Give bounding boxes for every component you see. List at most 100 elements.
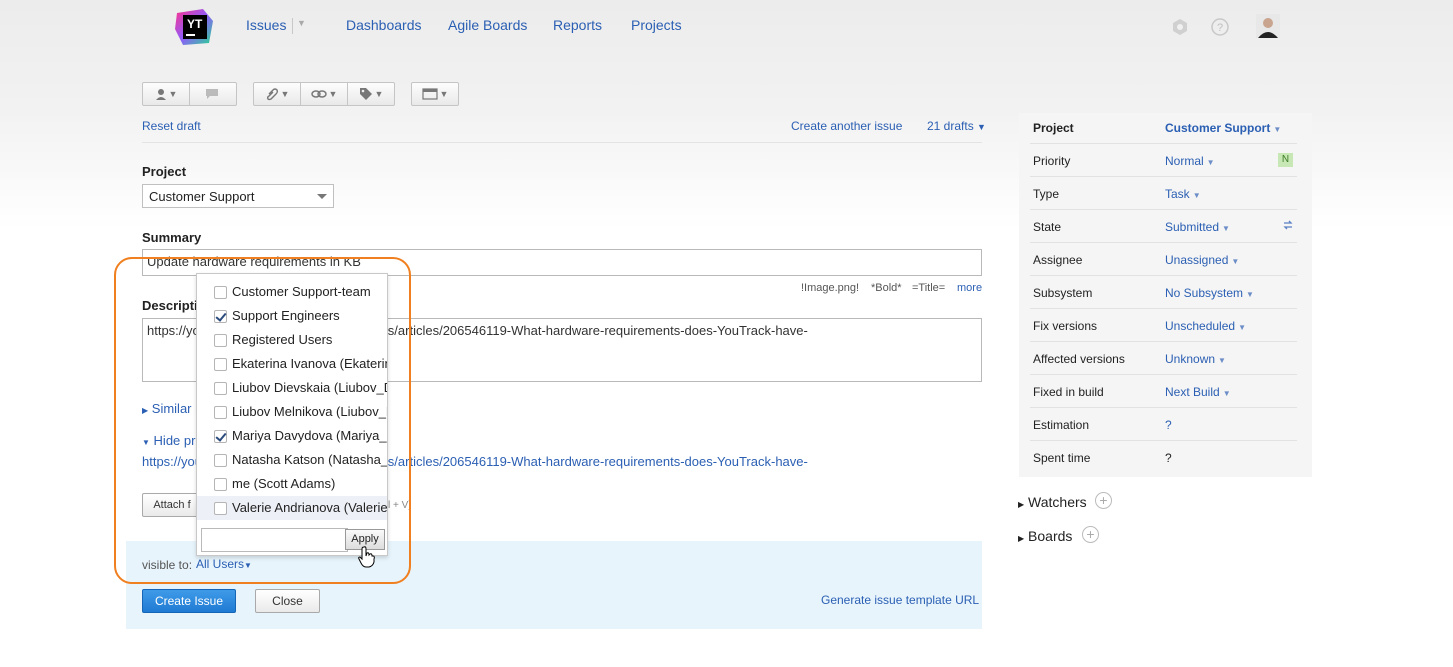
user-avatar[interactable] — [1256, 14, 1280, 38]
add-board-icon[interactable]: + — [1082, 526, 1099, 543]
watchers-label: Watchers — [1028, 494, 1087, 510]
settings-icon[interactable] — [1171, 18, 1189, 36]
field-estimation: Estimation ? — [1030, 408, 1297, 441]
workflow-icon[interactable] — [1282, 219, 1294, 234]
visibility-option[interactable]: Liubov Melnikova (Liubov_M — [197, 400, 387, 424]
nav-dashboards[interactable]: Dashboards — [346, 17, 422, 33]
checkbox[interactable] — [214, 502, 227, 515]
checkbox-checked[interactable] — [214, 430, 227, 443]
field-state: State Submitted ▼ — [1030, 210, 1297, 243]
add-watcher-icon[interactable]: + — [1095, 492, 1112, 509]
summary-value: Update hardware requirements in KB — [147, 254, 361, 269]
boards-toggle[interactable]: ▶ Boards — [1018, 528, 1072, 544]
view-mode-button[interactable]: ▼ — [412, 83, 458, 105]
boards-label: Boards — [1028, 528, 1073, 544]
preview-link-start[interactable]: https://you — [142, 454, 202, 469]
visibility-option[interactable]: Customer Support-team — [197, 280, 387, 304]
checkbox[interactable] — [214, 358, 227, 371]
visibility-option[interactable]: Ekaterina Ivanova (Ekaterin — [197, 352, 387, 376]
option-label: Liubov Dievskaia (Liubov_D — [232, 380, 388, 395]
attach-link-tag-group: ▼ ▼ ▼ — [253, 82, 395, 106]
chevron-down-icon: ▼ — [1192, 191, 1201, 200]
visibility-option[interactable]: Support Engineers — [197, 304, 387, 328]
checkbox-checked[interactable] — [214, 310, 227, 323]
option-label: Natasha Katson (Natasha_ — [232, 452, 388, 467]
field-value-label: Unknown — [1165, 352, 1216, 366]
checkbox[interactable] — [214, 382, 227, 395]
hint-more-link[interactable]: more — [957, 282, 982, 294]
visibility-filter-input[interactable] — [201, 528, 348, 552]
assign-comment-group: ▼ — [142, 82, 237, 106]
create-issue-label: Create Issue — [154, 594, 224, 608]
nav-reports[interactable]: Reports — [553, 17, 602, 33]
checkbox[interactable] — [214, 406, 227, 419]
attach-files-button[interactable]: Attach f — [142, 493, 202, 517]
field-value-affected-versions[interactable]: Unknown ▼ — [1165, 352, 1226, 366]
field-value-fix-versions[interactable]: Unscheduled ▼ — [1165, 319, 1246, 333]
assign-button[interactable]: ▼ — [143, 83, 190, 105]
chevron-down-icon: ▼ — [1273, 125, 1282, 134]
comment-button[interactable] — [190, 83, 236, 105]
project-label: Project — [142, 164, 187, 179]
help-icon[interactable]: ? — [1211, 18, 1229, 36]
field-value-state[interactable]: Submitted ▼ — [1165, 220, 1230, 234]
visibility-option[interactable]: me (Scott Adams) — [197, 472, 387, 496]
checkbox[interactable] — [214, 286, 227, 299]
field-value-priority[interactable]: Normal ▼ — [1165, 154, 1215, 168]
tag-icon — [359, 88, 372, 100]
generate-template-url-link[interactable]: Generate issue template URL — [821, 593, 979, 607]
project-select[interactable]: Customer Support — [142, 184, 334, 208]
visibility-option[interactable]: Natasha Katson (Natasha_ — [197, 448, 388, 472]
field-name: Type — [1033, 187, 1060, 201]
visible-to-dropdown[interactable]: All Users▼ — [196, 557, 252, 571]
tag-button[interactable]: ▼ — [348, 83, 394, 105]
close-button[interactable]: Close — [255, 589, 320, 613]
youtrack-logo[interactable]: YT — [173, 7, 215, 47]
priority-badge: N — [1278, 153, 1293, 167]
field-name: Assignee — [1033, 253, 1083, 267]
checkbox[interactable] — [214, 478, 227, 491]
field-value-label: Next Build — [1165, 385, 1220, 399]
watchers-toggle[interactable]: ▶ Watchers — [1018, 494, 1087, 510]
drafts-dropdown[interactable]: 21 drafts ▼ — [927, 119, 986, 133]
preview-link-tail[interactable]: n-us/articles/206546119-What-hardware-re… — [369, 454, 808, 469]
hand-cursor-icon — [358, 546, 376, 571]
create-another-issue-link[interactable]: Create another issue — [791, 119, 902, 133]
checkbox[interactable] — [214, 334, 227, 347]
attach-button[interactable]: ▼ — [254, 83, 301, 105]
chevron-down-icon: ▼ — [1222, 224, 1230, 233]
visibility-option[interactable]: Registered Users — [197, 328, 387, 352]
visibility-option[interactable]: Liubov Dievskaia (Liubov_D — [197, 376, 388, 400]
field-value-subsystem[interactable]: No Subsystem ▼ — [1165, 286, 1254, 300]
visibility-dropdown: Customer Support-team Support Engineers … — [196, 273, 388, 556]
field-value-label: Submitted — [1165, 220, 1220, 234]
link-issue-button[interactable]: ▼ — [301, 83, 348, 105]
field-value-fixed-in-build[interactable]: Next Build ▼ — [1165, 385, 1231, 399]
field-name: State — [1033, 220, 1062, 234]
comment-icon — [206, 89, 218, 99]
nav-issues[interactable]: Issues — [246, 17, 286, 33]
view-group: ▼ — [411, 82, 459, 106]
issues-dropdown-icon[interactable]: ▼ — [297, 18, 306, 28]
similar-label: Similar i — [151, 401, 199, 416]
triangle-right-icon: ▶ — [1018, 534, 1025, 543]
summary-input[interactable]: Update hardware requirements in KB — [142, 249, 982, 276]
visibility-option[interactable]: Mariya Davydova (Mariya_ — [197, 424, 387, 448]
create-issue-button[interactable]: Create Issue — [142, 589, 236, 613]
nav-agile-boards[interactable]: Agile Boards — [448, 17, 527, 33]
summary-label: Summary — [142, 230, 202, 245]
field-value-estimation[interactable]: ? — [1165, 418, 1172, 432]
chevron-down-icon: ▼ — [977, 122, 986, 132]
hide-preview-toggle[interactable]: ▼ Hide pre — [142, 433, 203, 448]
nav-projects[interactable]: Projects — [631, 17, 682, 33]
field-value-type[interactable]: Task ▼ — [1165, 187, 1201, 201]
field-value-project[interactable]: Customer Support ▼ — [1165, 121, 1281, 135]
similar-issues-toggle[interactable]: ▶ Similar i — [142, 401, 198, 416]
field-value-assignee[interactable]: Unassigned ▼ — [1165, 253, 1239, 267]
option-label: Valerie Andrianova (Valerie — [232, 500, 388, 515]
visibility-option[interactable]: Valerie Andrianova (Valerie — [197, 496, 388, 520]
checkbox[interactable] — [214, 454, 227, 467]
window-icon — [421, 88, 438, 100]
reset-draft-link[interactable]: Reset draft — [142, 119, 201, 133]
description-value-tail: n-us/articles/206546119-What-hardware-re… — [369, 323, 808, 338]
